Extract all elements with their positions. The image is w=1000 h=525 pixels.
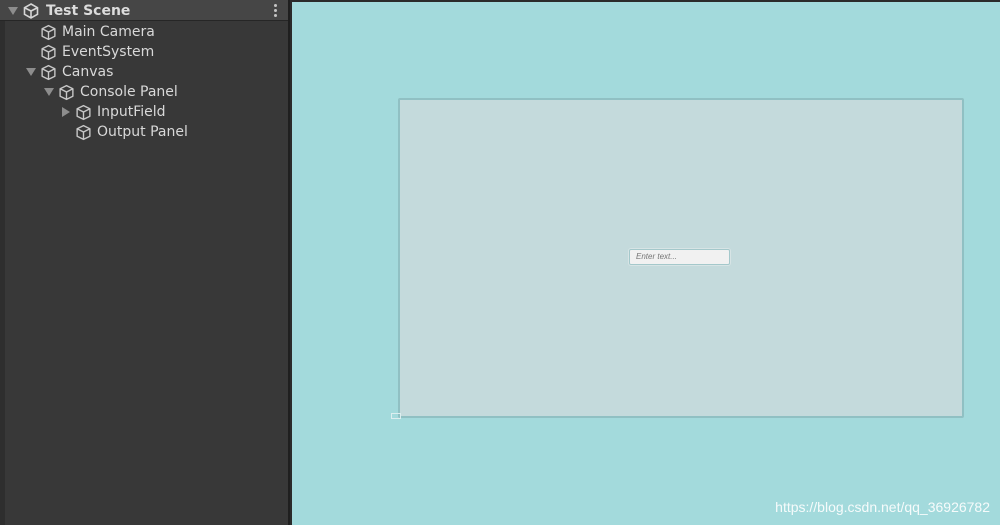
gameobject-cube-icon [41, 24, 56, 41]
gameobject-cube-icon [76, 104, 91, 121]
hierarchy-item-label: Output Panel [97, 124, 188, 140]
gameobject-cube-icon [76, 124, 91, 141]
rect-anchor-marker [391, 413, 401, 419]
console-panel[interactable] [398, 98, 964, 418]
gameobject-cube-icon [41, 44, 56, 61]
gameobject-cube-icon [41, 64, 56, 81]
collapsed-arrow-icon[interactable] [62, 107, 70, 117]
hierarchy-item-label: Main Camera [62, 24, 155, 40]
scene-title: Test Scene [46, 3, 131, 19]
watermark-text: https://blog.csdn.net/qq_36926782 [775, 499, 990, 515]
hierarchy-item-console-panel[interactable]: Console Panel [42, 82, 262, 102]
scene-view[interactable]: https://blog.csdn.net/qq_36926782 [292, 2, 1000, 525]
input-field[interactable] [629, 249, 730, 265]
hierarchy-panel: Test Scene Main Camera EventSystem Canva… [0, 0, 290, 525]
hierarchy-item-canvas[interactable]: Canvas [24, 62, 244, 82]
hierarchy-item-input-field[interactable]: InputField [60, 102, 260, 122]
expand-arrow-icon[interactable] [44, 88, 54, 96]
gameobject-cube-icon [59, 84, 74, 101]
more-options-icon[interactable] [271, 4, 279, 18]
expand-arrow-icon[interactable] [26, 68, 36, 76]
hierarchy-item-label: Canvas [62, 64, 114, 80]
unity-logo-icon [23, 3, 39, 19]
hierarchy-item-label: InputField [97, 104, 166, 120]
hierarchy-item-output-panel[interactable]: Output Panel [75, 122, 275, 142]
hierarchy-item-label: EventSystem [62, 44, 155, 60]
hierarchy-item-event-system[interactable]: EventSystem [40, 42, 240, 62]
scene-header[interactable]: Test Scene [0, 0, 288, 21]
hierarchy-item-main-camera[interactable]: Main Camera [40, 22, 240, 42]
hierarchy-item-label: Console Panel [80, 84, 178, 100]
collapse-arrow-icon[interactable] [8, 7, 18, 15]
